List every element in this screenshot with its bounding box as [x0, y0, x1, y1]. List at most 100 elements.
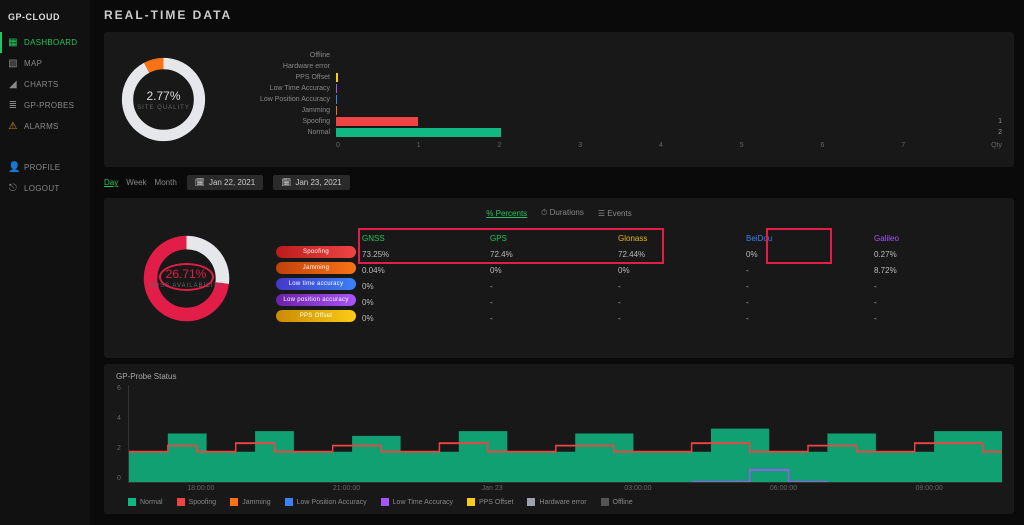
- bar-label: PPS Offset: [241, 74, 336, 81]
- col-header-gnss: GNSS: [362, 234, 490, 243]
- legend-swatch: [381, 498, 389, 506]
- table-cell: 73.25%: [362, 250, 490, 259]
- col-header-gps: GPS: [490, 234, 618, 243]
- table-cell: -: [618, 298, 746, 307]
- bar-row-spoofing: Spoofing 1: [241, 116, 1002, 127]
- map-icon: ▧: [8, 58, 18, 69]
- bar-label: Offline: [241, 52, 336, 59]
- realtime-panel: 2.77% SITE QUALITY Offline Hardware error…: [104, 32, 1014, 167]
- view-tab-durations[interactable]: ⏱ Durations: [541, 208, 584, 218]
- table-cell: 72.44%: [618, 250, 746, 259]
- sidebar-item-label: PROFILE: [24, 163, 60, 172]
- site-quality-donut: 2.77% SITE QUALITY: [116, 52, 211, 147]
- bar-row-normal: Normal 2: [241, 127, 1002, 138]
- date-to-picker[interactable]: 🗓Jan 23, 2021: [273, 175, 349, 190]
- table-cell: 0%: [362, 298, 490, 307]
- bar-label: Jamming: [241, 107, 336, 114]
- table-cell: -: [490, 282, 618, 291]
- bar-row-low-position-accuracy: Low Position Accuracy: [241, 94, 1002, 105]
- legend-item-low-time-accuracy: Low Time Accuracy: [381, 498, 453, 506]
- sidebar-item-label: DASHBOARD: [24, 38, 77, 47]
- realtime-bar-chart: Offline Hardware error PPS Offset Low Time …: [241, 50, 1002, 149]
- legend-swatch: [467, 498, 475, 506]
- period-tab-day[interactable]: Day: [104, 178, 118, 187]
- calendar-icon: 🗓: [195, 178, 205, 187]
- probe-status-title: GP-Probe Status: [116, 372, 1002, 381]
- table-cell: -: [874, 282, 1002, 291]
- legend-item-offline: Offline: [601, 498, 633, 506]
- table-cell: -: [490, 314, 618, 323]
- view-tab-percents[interactable]: % Percents: [486, 208, 527, 218]
- date-from-picker[interactable]: 🗓Jan 22, 2021: [187, 175, 263, 190]
- legend-item-pps-offset: PPS Offset: [467, 498, 514, 506]
- table-cell: -: [746, 314, 874, 323]
- bar-label: Normal: [241, 129, 336, 136]
- legend-item-normal: Normal: [128, 498, 163, 506]
- dashboard-icon: ▦: [8, 37, 18, 48]
- profile-icon: 👤: [8, 162, 18, 173]
- table-cell: 0%: [490, 266, 618, 275]
- bar-row-hardware-error: Hardware error: [241, 61, 1002, 72]
- alarms-icon: ⚠: [8, 121, 18, 132]
- bar-row-pps-offset: PPS Offset: [241, 72, 1002, 83]
- table-cell: -: [746, 298, 874, 307]
- bar-label: Low Time Accuracy: [241, 85, 336, 92]
- sidebar-item-label: GP-PROBES: [24, 101, 74, 110]
- sidebar-item-dashboard[interactable]: ▦ DASHBOARD: [0, 32, 90, 53]
- bar-label: Hardware error: [241, 63, 336, 70]
- gp-probes-icon: ≣: [8, 100, 18, 111]
- metric-pill-jamming: Jamming: [276, 262, 356, 274]
- period-tab-month[interactable]: Month: [155, 178, 177, 187]
- sidebar-item-gp-probes[interactable]: ≣ GP-PROBES: [0, 95, 90, 116]
- table-cell: 8.72%: [874, 266, 1002, 275]
- bar-value: 1: [998, 118, 1002, 125]
- legend-item-hardware-error: Hardware error: [527, 498, 586, 506]
- sidebar-item-alarms[interactable]: ⚠ALARMS: [0, 116, 90, 137]
- bar-value: 2: [998, 129, 1002, 136]
- bar-row-low-time-accuracy: Low Time Accuracy: [241, 83, 1002, 94]
- period-controls: Day Week Month 🗓Jan 22, 2021 🗓Jan 23, 2021: [104, 173, 1014, 192]
- sidebar-item-charts[interactable]: ◢CHARTS: [0, 74, 90, 95]
- legend-swatch: [601, 498, 609, 506]
- table-cell: -: [874, 298, 1002, 307]
- table-cell: -: [874, 314, 1002, 323]
- table-cell: 0%: [362, 282, 490, 291]
- bar-label: Spoofing: [241, 118, 336, 125]
- probe-status-chart: 6420: [128, 385, 1002, 483]
- bar-row-offline: Offline: [241, 50, 1002, 61]
- legend-swatch: [285, 498, 293, 506]
- table-cell: 0%: [618, 266, 746, 275]
- page-title: REAL-TIME DATA: [104, 6, 1014, 26]
- col-header-glonass: Glonass: [618, 234, 746, 243]
- sidebar-item-label: LOGOUT: [24, 184, 60, 193]
- sidebar-item-label: CHARTS: [24, 80, 59, 89]
- sidebar-item-map[interactable]: ▧MAP: [0, 53, 90, 74]
- table-cell: 0%: [746, 250, 874, 259]
- legend-swatch: [527, 498, 535, 506]
- col-header-galileo: Galileo: [874, 234, 1002, 243]
- legend-swatch: [230, 498, 238, 506]
- period-tab-week[interactable]: Week: [126, 178, 146, 187]
- sidebar-item-logout[interactable]: ⎋LOGOUT: [0, 178, 90, 199]
- legend-item-low-position-accuracy: Low Position Accuracy: [285, 498, 367, 506]
- gnss-availability-donut: 26.71% GNSS AVAILABILITY: [139, 231, 234, 326]
- site-quality-value: 2.77%: [146, 89, 180, 103]
- legend-swatch: [128, 498, 136, 506]
- table-cell: -: [618, 282, 746, 291]
- metric-pill-pps-offset: PPS Offset: [276, 310, 356, 322]
- legend-item-spoofing: Spoofing: [177, 498, 217, 506]
- main: REAL-TIME DATA 2.77% SITE QUALITY Offlin…: [90, 0, 1024, 525]
- site-quality-sub: SITE QUALITY: [137, 105, 190, 111]
- table-cell: 0.27%: [874, 250, 1002, 259]
- metric-pill-low-position-accuracy: Low position accuracy: [276, 294, 356, 306]
- metric-pill-spoofing: Spoofing: [276, 246, 356, 258]
- table-cell: 0%: [362, 314, 490, 323]
- bar-row-jamming: Jamming: [241, 105, 1002, 116]
- view-tab-events[interactable]: ☰ Events: [598, 208, 632, 218]
- metric-pill-low-time-accuracy: Low time accuracy: [276, 278, 356, 290]
- col-header-beidou: BeiDou: [746, 234, 874, 243]
- app-logo: GP-CLOUD: [0, 6, 90, 32]
- probe-status-panel: GP-Probe Status 6420 18:00:0021:00:00Jan…: [104, 364, 1014, 514]
- legend-item-jamming: Jamming: [230, 498, 270, 506]
- sidebar-item-profile[interactable]: 👤 PROFILE: [0, 157, 90, 178]
